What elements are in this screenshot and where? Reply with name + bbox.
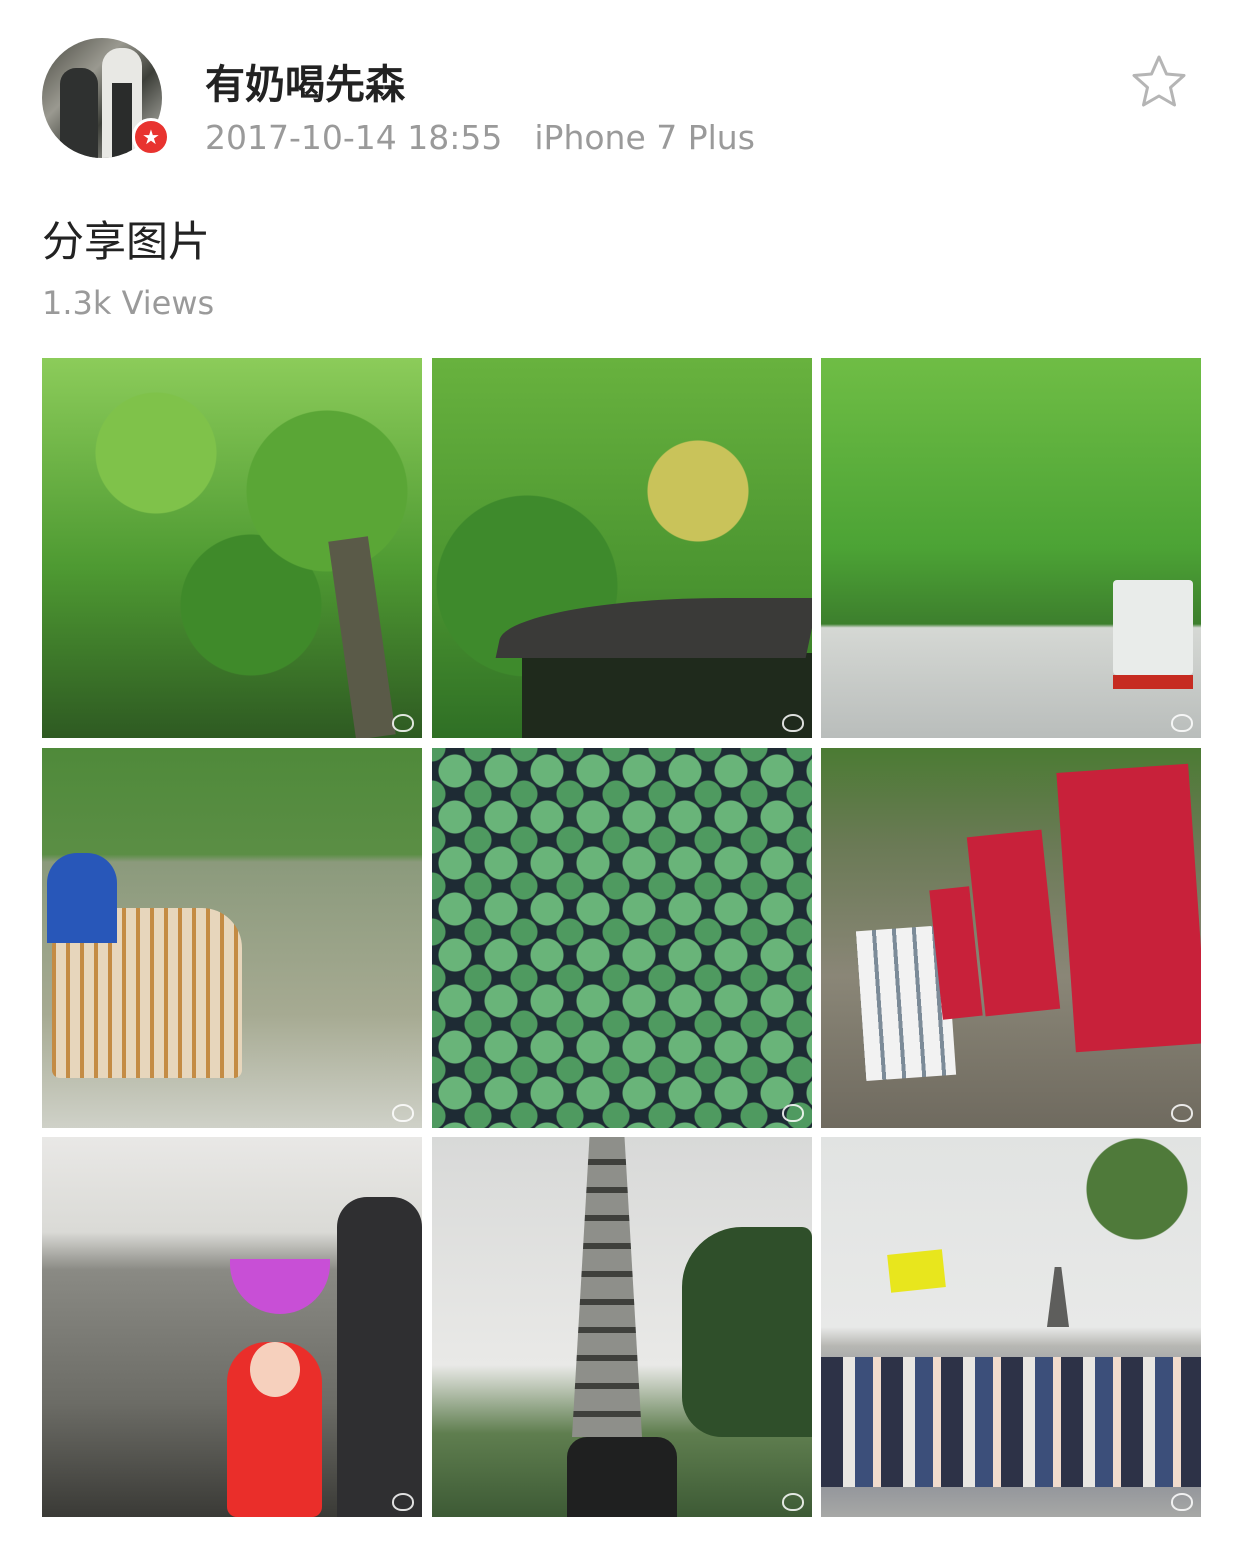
weibo-watermark-icon: [1171, 714, 1193, 732]
verified-badge-icon: ★: [132, 118, 170, 156]
adult-figure: [337, 1197, 422, 1517]
photo-thumbnail[interactable]: [821, 1137, 1201, 1517]
photo-thumbnail[interactable]: [432, 1137, 812, 1517]
photo-thumbnail[interactable]: [821, 358, 1201, 738]
view-count: 1.3k Views: [42, 284, 215, 322]
weibo-watermark-icon: [782, 714, 804, 732]
post-meta: 2017-10-14 18:55 iPhone 7 Plus: [205, 118, 755, 157]
red-sign: [1056, 763, 1201, 1053]
photo-thumbnail[interactable]: [432, 748, 812, 1128]
photo-thumbnail[interactable]: [42, 1137, 422, 1517]
tree: [682, 1227, 812, 1437]
author-name[interactable]: 有奶喝先森: [205, 52, 405, 110]
photo-thumbnail[interactable]: [821, 748, 1201, 1128]
post-device: iPhone 7 Plus: [534, 118, 755, 157]
weibo-watermark-icon: [782, 1493, 804, 1511]
child-face: [250, 1342, 300, 1397]
photo-thumbnail[interactable]: [432, 358, 812, 738]
weibo-watermark-icon: [392, 714, 414, 732]
tree-trunk: [328, 536, 396, 738]
avatar-figure: [112, 83, 132, 158]
star-outline-icon[interactable]: [1128, 52, 1190, 114]
pagoda: [1047, 1267, 1069, 1327]
pavilion-wall: [522, 653, 812, 738]
truck: [1113, 580, 1193, 689]
yellow-flag: [887, 1249, 946, 1293]
group-figures: [567, 1437, 677, 1517]
weibo-watermark-icon: [1171, 1493, 1193, 1511]
weibo-watermark-icon: [1171, 1104, 1193, 1122]
avatar-figure: [60, 68, 98, 158]
weibo-watermark-icon: [782, 1104, 804, 1122]
photo-thumbnail[interactable]: [42, 358, 422, 738]
weibo-watermark-icon: [392, 1104, 414, 1122]
weibo-watermark-icon: [392, 1493, 414, 1511]
group-photo-crowd: [821, 1357, 1201, 1487]
rider: [47, 853, 117, 943]
basin: [230, 1259, 330, 1314]
post-text: 分享图片: [42, 217, 211, 266]
post-timestamp: 2017-10-14 18:55: [205, 118, 503, 157]
tree-leaves: [1041, 1137, 1201, 1267]
pagoda: [572, 1137, 642, 1437]
pavilion-roof: [495, 598, 812, 658]
photo-thumbnail[interactable]: [42, 748, 422, 1128]
red-sign: [966, 829, 1061, 1017]
image-grid: [42, 358, 1201, 1517]
